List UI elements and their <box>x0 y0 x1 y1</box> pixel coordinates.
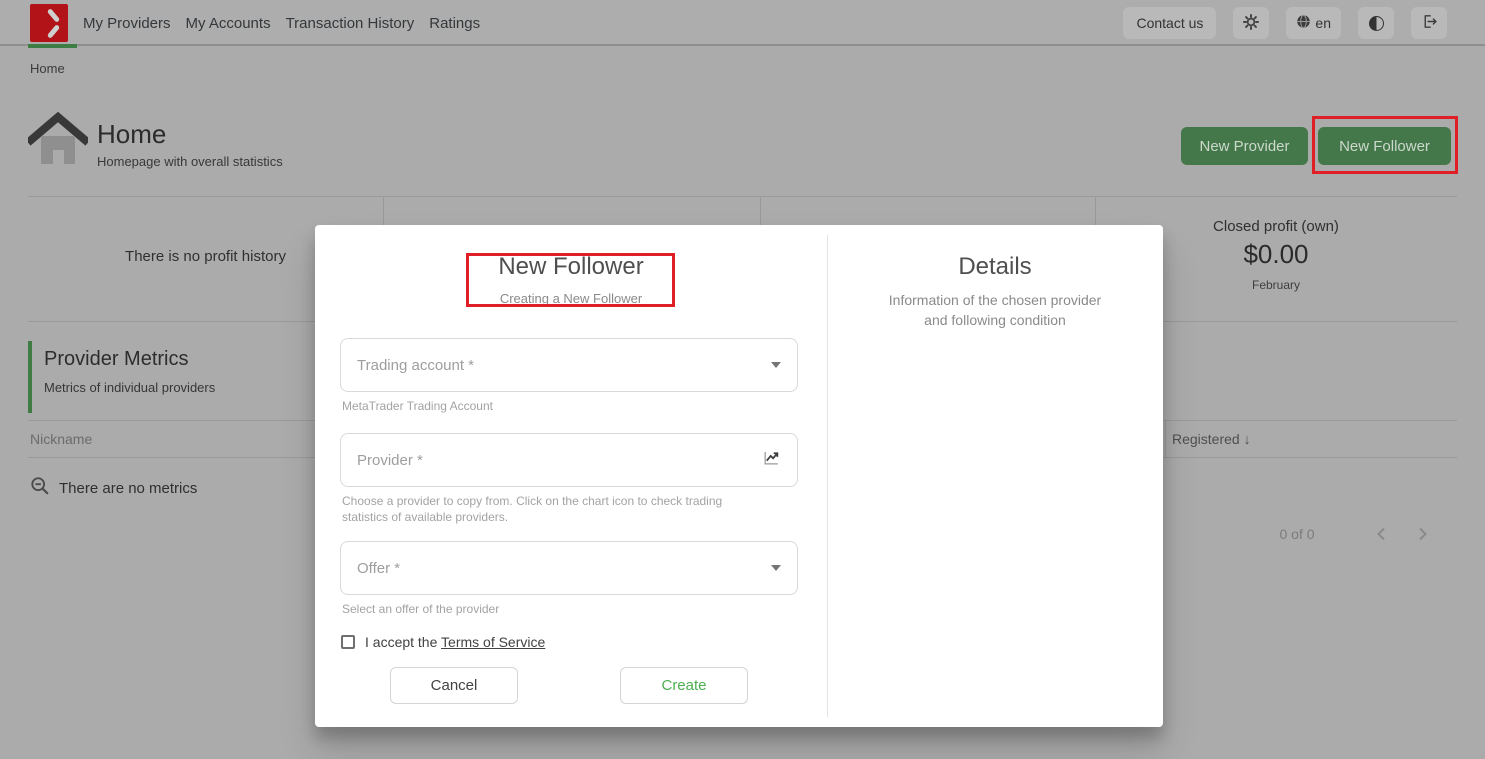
create-button[interactable]: Create <box>620 667 748 704</box>
dialog-title: New Follower <box>315 253 827 281</box>
pagination-next-button[interactable] <box>1410 523 1434 547</box>
offer-hint: Select an offer of the provider <box>342 601 762 617</box>
zoom-out-icon <box>30 476 50 500</box>
terms-text: I accept the Terms of Service <box>365 634 545 650</box>
home-icon <box>28 110 88 173</box>
logout-icon <box>1421 13 1438 33</box>
page-subtitle: Homepage with overall statistics <box>97 154 283 169</box>
new-follower-dialog: New Follower Creating a New Follower Tra… <box>315 225 1163 727</box>
breadcrumb[interactable]: Home <box>30 61 65 76</box>
pagination-prev-button[interactable] <box>1370 523 1394 547</box>
theme-toggle-button[interactable] <box>1358 7 1394 39</box>
new-follower-button[interactable]: New Follower <box>1318 127 1451 165</box>
dialog-form-pane: New Follower Creating a New Follower Tra… <box>315 225 827 727</box>
nav-my-accounts[interactable]: My Accounts <box>186 15 271 32</box>
settings-button[interactable] <box>1233 7 1269 39</box>
provider-label: Provider * <box>357 452 762 469</box>
terms-checkbox[interactable] <box>341 635 355 649</box>
pagination-status: 0 of 0 <box>1262 526 1332 542</box>
page-title: Home <box>97 119 166 150</box>
empty-metrics-text: There are no metrics <box>59 480 197 497</box>
app-logo[interactable] <box>30 4 68 42</box>
divider <box>1165 420 1166 457</box>
top-app-bar: My Providers My Accounts Transaction His… <box>0 0 1485 46</box>
terms-of-service-link[interactable]: Terms of Service <box>441 634 545 650</box>
provider-hint: Choose a provider to copy from. Click on… <box>342 493 754 525</box>
logo-slash-top <box>47 8 60 23</box>
offer-select[interactable]: Offer * <box>340 541 798 595</box>
dialog-details-pane: Details Information of the chosen provid… <box>827 225 1163 727</box>
divider <box>28 196 1457 197</box>
language-button[interactable]: en <box>1286 7 1341 39</box>
details-subtitle: Information of the chosen provider and f… <box>886 290 1104 331</box>
chevron-down-icon <box>771 362 781 368</box>
provider-select[interactable]: Provider * <box>340 433 798 487</box>
sort-desc-icon[interactable]: ↓ <box>1244 431 1251 447</box>
chart-icon[interactable] <box>762 448 781 472</box>
trading-account-hint: MetaTrader Trading Account <box>342 398 762 414</box>
language-code: en <box>1315 15 1331 31</box>
logo-slash-bottom <box>47 24 60 39</box>
provider-metrics-title: Provider Metrics <box>44 348 188 371</box>
nav-ratings[interactable]: Ratings <box>429 15 480 32</box>
topbar-actions: Contact us en <box>1123 7 1447 39</box>
divider <box>760 197 761 225</box>
cancel-button[interactable]: Cancel <box>390 667 518 704</box>
column-header-registered[interactable]: Registered ↓ <box>1172 431 1251 447</box>
new-provider-button[interactable]: New Provider <box>1181 127 1308 165</box>
globe-icon <box>1296 14 1311 32</box>
dialog-subtitle: Creating a New Follower <box>315 291 827 306</box>
section-accent-bar <box>28 341 32 413</box>
active-tab-indicator <box>28 44 77 48</box>
nav-my-providers[interactable]: My Providers <box>83 15 171 32</box>
column-header-nickname[interactable]: Nickname <box>30 431 92 447</box>
trading-account-select[interactable]: Trading account * <box>340 338 798 392</box>
logout-button[interactable] <box>1411 7 1447 39</box>
contrast-icon <box>1369 16 1384 31</box>
offer-label: Offer * <box>357 560 771 577</box>
gear-icon <box>1243 14 1259 33</box>
chevron-right-icon <box>1414 530 1430 545</box>
terms-row: I accept the Terms of Service <box>341 634 545 650</box>
chevron-left-icon <box>1374 530 1390 545</box>
nav-transaction-history[interactable]: Transaction History <box>286 15 415 32</box>
main-nav: My Providers My Accounts Transaction His… <box>83 0 480 46</box>
empty-metrics-row: There are no metrics <box>30 476 197 500</box>
details-title: Details <box>827 253 1163 281</box>
chevron-down-icon <box>771 565 781 571</box>
provider-metrics-subtitle: Metrics of individual providers <box>44 380 215 395</box>
trading-account-label: Trading account * <box>357 357 771 374</box>
contact-us-button[interactable]: Contact us <box>1123 7 1216 39</box>
